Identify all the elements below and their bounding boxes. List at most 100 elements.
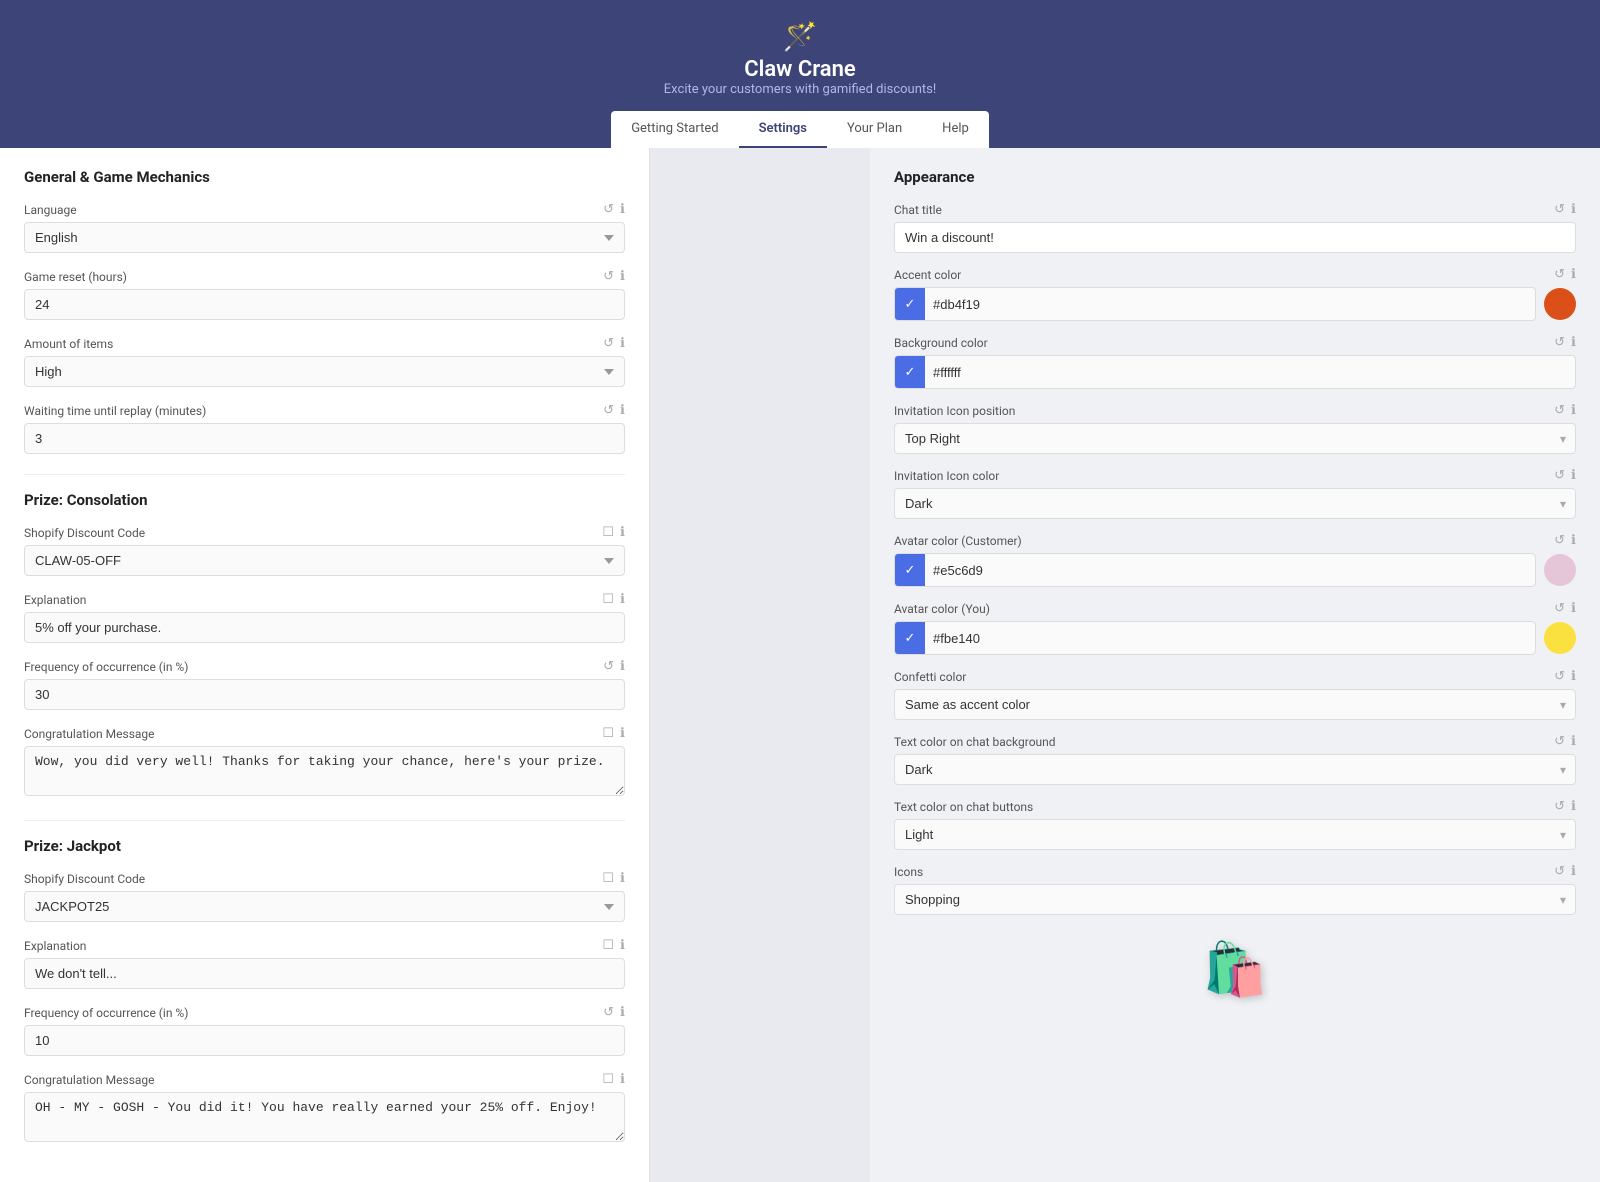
invitation-position-info-icon[interactable]: ℹ [1571, 403, 1576, 418]
jackpot-explanation-field: Explanation ☐ ℹ [24, 938, 625, 989]
jackpot-frequency-input[interactable] [24, 1025, 625, 1056]
consolation-discount-checkbox[interactable]: ☐ [602, 525, 614, 540]
background-color-info-icon[interactable]: ℹ [1571, 335, 1576, 350]
icons-info-icon[interactable]: ℹ [1571, 864, 1576, 879]
amount-items-label: Amount of items [24, 337, 113, 351]
chat-title-field: Chat title ↺ ℹ [894, 202, 1576, 253]
invitation-color-select[interactable]: Dark Light [894, 488, 1576, 519]
accent-color-check-btn[interactable]: ✓ [895, 288, 925, 320]
background-color-field: Background color ↺ ℹ ✓ [894, 335, 1576, 389]
right-panel: Appearance Chat title ↺ ℹ Accent color ↺… [870, 148, 1600, 1182]
jackpot-explanation-checkbox[interactable]: ☐ [602, 938, 614, 953]
accent-color-reset-icon[interactable]: ↺ [1554, 267, 1565, 282]
amount-items-reset-icon[interactable]: ↺ [603, 336, 614, 351]
background-color-reset-icon[interactable]: ↺ [1554, 335, 1565, 350]
waiting-time-input[interactable] [24, 423, 625, 454]
tab-your-plan[interactable]: Your Plan [827, 111, 922, 148]
accent-color-info-icon[interactable]: ℹ [1571, 267, 1576, 282]
avatar-customer-info-icon[interactable]: ℹ [1571, 533, 1576, 548]
game-reset-reset-icon[interactable]: ↺ [603, 269, 614, 284]
invitation-color-label: Invitation Icon color [894, 469, 999, 483]
game-reset-info-icon[interactable]: ℹ [620, 269, 625, 284]
jackpot-explanation-info-icon[interactable]: ℹ [620, 938, 625, 953]
avatar-customer-input[interactable] [925, 557, 1535, 584]
jackpot-frequency-info-icon[interactable]: ℹ [620, 1005, 625, 1020]
tab-getting-started[interactable]: Getting Started [611, 111, 738, 148]
tab-help[interactable]: Help [922, 111, 989, 148]
confetti-color-reset-icon[interactable]: ↺ [1554, 669, 1565, 684]
invitation-color-info-icon[interactable]: ℹ [1571, 468, 1576, 483]
invitation-color-reset-icon[interactable]: ↺ [1554, 468, 1565, 483]
chat-title-reset-icon[interactable]: ↺ [1554, 202, 1565, 217]
invitation-position-reset-icon[interactable]: ↺ [1554, 403, 1565, 418]
consolation-message-checkbox[interactable]: ☐ [602, 726, 614, 741]
game-reset-input[interactable] [24, 289, 625, 320]
accent-color-input[interactable] [925, 291, 1535, 318]
amount-items-icons: ↺ ℹ [603, 336, 625, 351]
jackpot-message-textarea[interactable]: OH - MY - GOSH - You did it! You have re… [24, 1092, 625, 1142]
jackpot-discount-select[interactable]: JACKPOT25 [24, 891, 625, 922]
avatar-you-info-icon[interactable]: ℹ [1571, 601, 1576, 616]
consolation-message-field: Congratulation Message ☐ ℹ Wow, you did … [24, 726, 625, 800]
jackpot-discount-checkbox[interactable]: ☐ [602, 871, 614, 886]
confetti-color-info-icon[interactable]: ℹ [1571, 669, 1576, 684]
confetti-color-select-row: Same as accent color Custom ▾ [894, 689, 1576, 720]
consolation-explanation-info-icon[interactable]: ℹ [620, 592, 625, 607]
text-chat-bg-reset-icon[interactable]: ↺ [1554, 734, 1565, 749]
accent-color-label: Accent color [894, 268, 961, 282]
language-info-icon[interactable]: ℹ [620, 202, 625, 217]
avatar-you-check-btn[interactable]: ✓ [895, 622, 925, 654]
consolation-explanation-checkbox[interactable]: ☐ [602, 592, 614, 607]
accent-color-row: ✓ [894, 287, 1576, 321]
consolation-frequency-reset-icon[interactable]: ↺ [603, 659, 614, 674]
text-chat-bg-info-icon[interactable]: ℹ [1571, 734, 1576, 749]
confetti-color-select[interactable]: Same as accent color Custom [894, 689, 1576, 720]
invitation-position-select[interactable]: Top Right Top Left Bottom Right Bottom L… [894, 423, 1576, 454]
consolation-title: Prize: Consolation [24, 491, 625, 509]
avatar-customer-reset-icon[interactable]: ↺ [1554, 533, 1565, 548]
jackpot-message-label: Congratulation Message [24, 1073, 155, 1087]
consolation-message-textarea[interactable]: Wow, you did very well! Thanks for takin… [24, 746, 625, 796]
jackpot-discount-label: Shopify Discount Code [24, 872, 145, 886]
jackpot-frequency-reset-icon[interactable]: ↺ [603, 1005, 614, 1020]
avatar-you-reset-icon[interactable]: ↺ [1554, 601, 1565, 616]
avatar-customer-swatch[interactable] [1544, 554, 1576, 586]
consolation-message-info-icon[interactable]: ℹ [620, 726, 625, 741]
consolation-discount-select[interactable]: CLAW-05-OFF [24, 545, 625, 576]
icon-preview-area: 🛍️ [894, 929, 1576, 1009]
text-chat-buttons-select[interactable]: Light Dark [894, 819, 1576, 850]
tab-settings[interactable]: Settings [739, 111, 827, 148]
avatar-you-swatch[interactable] [1544, 622, 1576, 654]
consolation-frequency-input[interactable] [24, 679, 625, 710]
amount-items-info-icon[interactable]: ℹ [620, 336, 625, 351]
consolation-discount-info-icon[interactable]: ℹ [620, 525, 625, 540]
avatar-customer-field: Avatar color (Customer) ↺ ℹ ✓ [894, 533, 1576, 587]
language-reset-icon[interactable]: ↺ [603, 202, 614, 217]
text-chat-buttons-info-icon[interactable]: ℹ [1571, 799, 1576, 814]
background-color-input[interactable] [925, 359, 1575, 386]
icons-reset-icon[interactable]: ↺ [1554, 864, 1565, 879]
background-color-check-btn[interactable]: ✓ [895, 356, 925, 388]
shopping-icon-preview: 🛍️ [1203, 939, 1268, 1000]
accent-color-swatch[interactable] [1544, 288, 1576, 320]
consolation-explanation-input[interactable] [24, 612, 625, 643]
avatar-you-input[interactable] [925, 625, 1535, 652]
text-chat-buttons-reset-icon[interactable]: ↺ [1554, 799, 1565, 814]
language-select[interactable]: English [24, 222, 625, 253]
consolation-frequency-info-icon[interactable]: ℹ [620, 659, 625, 674]
jackpot-explanation-label: Explanation [24, 939, 86, 953]
waiting-time-reset-icon[interactable]: ↺ [603, 403, 614, 418]
text-chat-bg-select[interactable]: Dark Light [894, 754, 1576, 785]
amount-items-select[interactable]: High Medium Low [24, 356, 625, 387]
jackpot-explanation-input[interactable] [24, 958, 625, 989]
jackpot-message-checkbox[interactable]: ☐ [602, 1072, 614, 1087]
waiting-time-info-icon[interactable]: ℹ [620, 403, 625, 418]
game-reset-icons: ↺ ℹ [603, 269, 625, 284]
jackpot-message-info-icon[interactable]: ℹ [620, 1072, 625, 1087]
chat-title-info-icon[interactable]: ℹ [1571, 202, 1576, 217]
chat-title-input[interactable] [894, 222, 1576, 253]
accent-color-input-wrap: ✓ [894, 287, 1536, 321]
jackpot-message-field: Congratulation Message ☐ ℹ OH - MY - GOS… [24, 1072, 625, 1146]
jackpot-discount-info-icon[interactable]: ℹ [620, 871, 625, 886]
avatar-customer-check-btn[interactable]: ✓ [895, 554, 925, 586]
